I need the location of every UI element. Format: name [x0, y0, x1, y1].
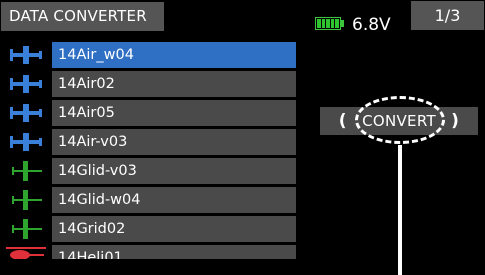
model-row[interactable]: 14Air05	[0, 100, 300, 126]
battery-voltage: 6.8V	[352, 15, 391, 35]
model-list: 14Air_w04 14Air02 14Air05 14Air-v03 14Gl…	[0, 42, 300, 262]
model-name: 14Air02	[52, 71, 296, 97]
model-name: 14Air-v03	[52, 129, 296, 155]
model-name: 14Air05	[52, 100, 296, 126]
glider-icon	[12, 190, 42, 210]
callout-pointer-line	[398, 145, 402, 275]
model-row[interactable]: 14Air-v03	[0, 129, 300, 155]
model-name: 14Air_w04	[52, 42, 296, 68]
battery-icon	[315, 17, 345, 30]
model-row[interactable]: 14Glid-v03	[0, 158, 300, 184]
airplane-icon	[10, 104, 42, 122]
model-row[interactable]: 14Air02	[0, 71, 300, 97]
airplane-icon	[10, 46, 42, 64]
model-name: 14Glid-w04	[52, 187, 296, 213]
model-row[interactable]: 14Air_w04	[0, 42, 300, 68]
airplane-icon	[10, 75, 42, 93]
airplane-icon	[10, 133, 42, 151]
page-indicator[interactable]: 1/3	[411, 1, 484, 30]
model-name: 14Glid-v03	[52, 158, 296, 184]
model-row[interactable]: 14Glid-w04	[0, 187, 300, 213]
model-row[interactable]: 14Grid02	[0, 216, 300, 242]
model-row[interactable]: 14Heli01	[0, 245, 300, 259]
glider-icon	[12, 219, 42, 239]
screen-title: DATA CONVERTER	[1, 2, 164, 31]
model-name: 14Grid02	[52, 216, 296, 242]
callout-highlight	[355, 96, 445, 144]
helicopter-icon	[6, 247, 46, 259]
glider-icon	[12, 161, 42, 181]
model-name: 14Heli01	[52, 245, 296, 259]
